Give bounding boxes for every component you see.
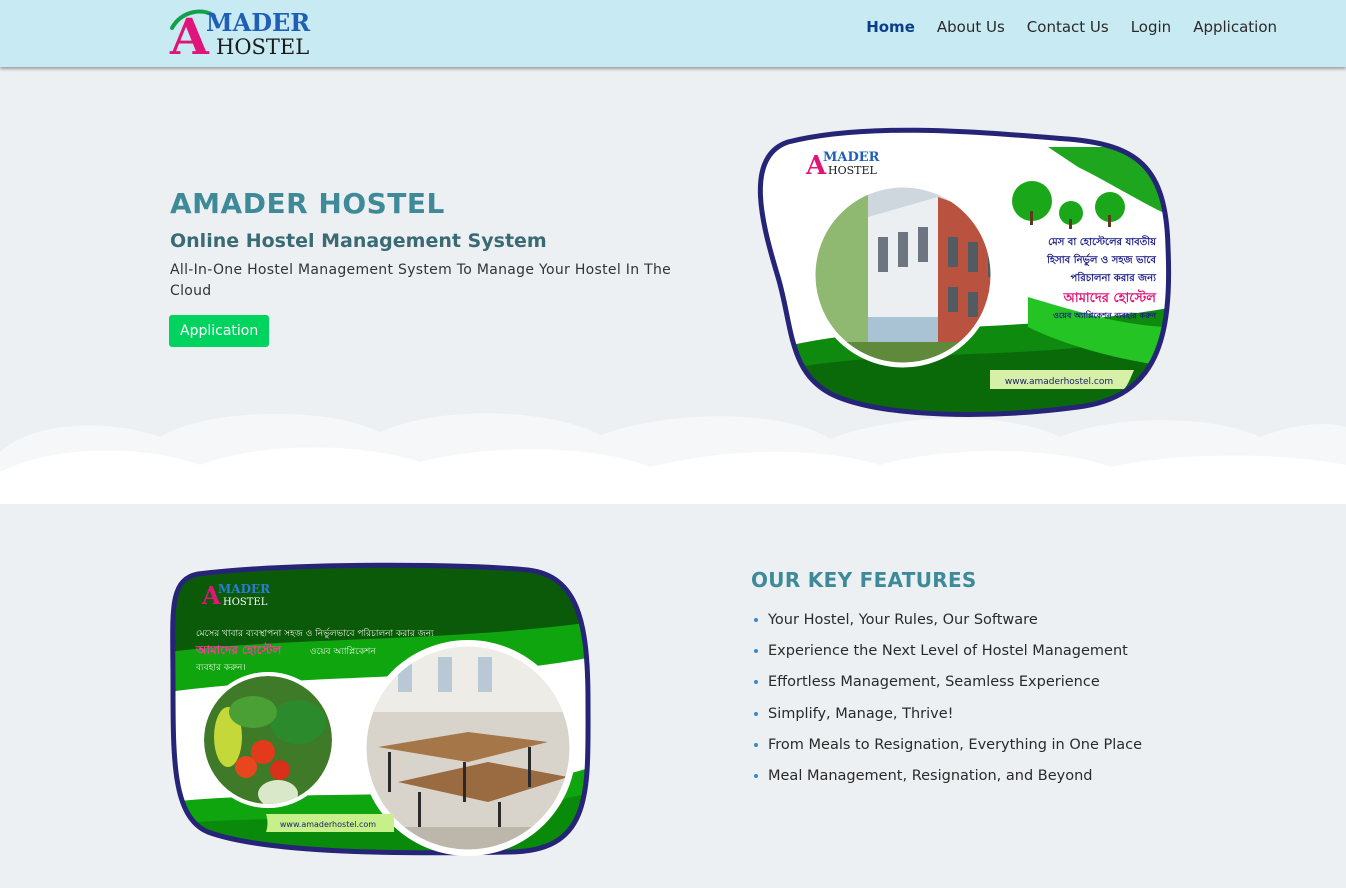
bullet-icon bbox=[754, 680, 758, 685]
hero-banner-image: A MADER HOSTEL মেস বা হোস্টেলের যাবতীয় … bbox=[757, 127, 1172, 417]
bullet-icon bbox=[754, 711, 758, 716]
hero-description: All-In-One Hostel Management System To M… bbox=[170, 262, 672, 299]
bullet-icon bbox=[754, 618, 758, 622]
navbar: A MADER HOSTEL Home About Us Contact Us … bbox=[0, 0, 1346, 67]
nav-about-us[interactable]: About Us bbox=[926, 17, 1016, 37]
svg-text:HOSTEL: HOSTEL bbox=[828, 164, 878, 177]
svg-text:হিসাব নির্ভুল ও সহজ ভাবে: হিসাব নির্ভুল ও সহজ ভাবে bbox=[1046, 253, 1156, 267]
bullet-icon bbox=[754, 649, 758, 654]
feature-item: Meal Management, Resignation, and Beyond bbox=[754, 766, 1142, 797]
nav-contact-us[interactable]: Contact Us bbox=[1016, 17, 1120, 37]
main-nav: Home About Us Contact Us Login Applicati… bbox=[855, 17, 1288, 37]
bullet-icon bbox=[754, 773, 758, 778]
svg-text:www.amaderhostel.com: www.amaderhostel.com bbox=[1005, 377, 1113, 387]
hero-subtitle: Online Hostel Management System bbox=[170, 230, 547, 252]
nav-application[interactable]: Application bbox=[1182, 17, 1288, 37]
nav-login[interactable]: Login bbox=[1120, 17, 1182, 37]
feature-item: Your Hostel, Your Rules, Our Software bbox=[754, 610, 1142, 641]
svg-text:www.amaderhostel.com: www.amaderhostel.com bbox=[280, 820, 376, 829]
svg-text:মেস বা হোস্টেলের যাবতীয়: মেস বা হোস্টেলের যাবতীয় bbox=[1048, 234, 1157, 248]
svg-text:MADER: MADER bbox=[823, 150, 880, 165]
nav-home[interactable]: Home bbox=[855, 17, 926, 37]
features-list: Your Hostel, Your Rules, Our Software Ex… bbox=[754, 610, 1142, 797]
application-button[interactable]: Application bbox=[169, 315, 270, 347]
svg-text:MADER: MADER bbox=[218, 582, 271, 596]
features-banner-image: A MADER HOSTEL মেসের খাবার ব্যবস্থাপনা স… bbox=[170, 562, 591, 856]
svg-text:মেসের খাবার ব্যবস্থাপনা সহজ ও: মেসের খাবার ব্যবস্থাপনা সহজ ও নির্ভুলভাব… bbox=[196, 628, 434, 639]
svg-text:আমাদের হোস্টেল: আমাদের হোস্টেল bbox=[1063, 289, 1158, 306]
hero-section: AMADER HOSTEL Online Hostel Management S… bbox=[0, 67, 1346, 504]
bullet-icon bbox=[754, 742, 758, 747]
svg-text:ওয়েব অ্যাপ্লিকেশন ব্যবহার করু: ওয়েব অ্যাপ্লিকেশন ব্যবহার করুন bbox=[1053, 310, 1157, 320]
feature-item: Simplify, Manage, Thrive! bbox=[754, 704, 1142, 735]
svg-text:ব্যবহার করুন।: ব্যবহার করুন। bbox=[195, 663, 246, 673]
site-logo[interactable]: A MADER HOSTEL bbox=[168, 6, 348, 58]
svg-text:ওয়েব অ্যাপ্লিকেশন: ওয়েব অ্যাপ্লিকেশন bbox=[310, 646, 376, 657]
features-section: A MADER HOSTEL মেসের খাবার ব্যবস্থাপনা স… bbox=[0, 504, 1346, 888]
hero-title: AMADER HOSTEL bbox=[170, 187, 445, 220]
features-title: OUR KEY FEATURES bbox=[751, 568, 977, 592]
svg-text:পরিচালনা করার জন্য: পরিচালনা করার জন্য bbox=[1071, 271, 1158, 284]
feature-item: Experience the Next Level of Hostel Mana… bbox=[754, 641, 1142, 672]
logo-text-1: MADER bbox=[206, 8, 311, 37]
svg-text:আমাদের হোস্টেল: আমাদের হোস্টেল bbox=[195, 642, 282, 657]
feature-item: Effortless Management, Seamless Experien… bbox=[754, 672, 1142, 703]
feature-item: From Meals to Resignation, Everything in… bbox=[754, 735, 1142, 766]
logo-text-2: HOSTEL bbox=[216, 35, 309, 58]
svg-text:HOSTEL: HOSTEL bbox=[223, 597, 268, 608]
